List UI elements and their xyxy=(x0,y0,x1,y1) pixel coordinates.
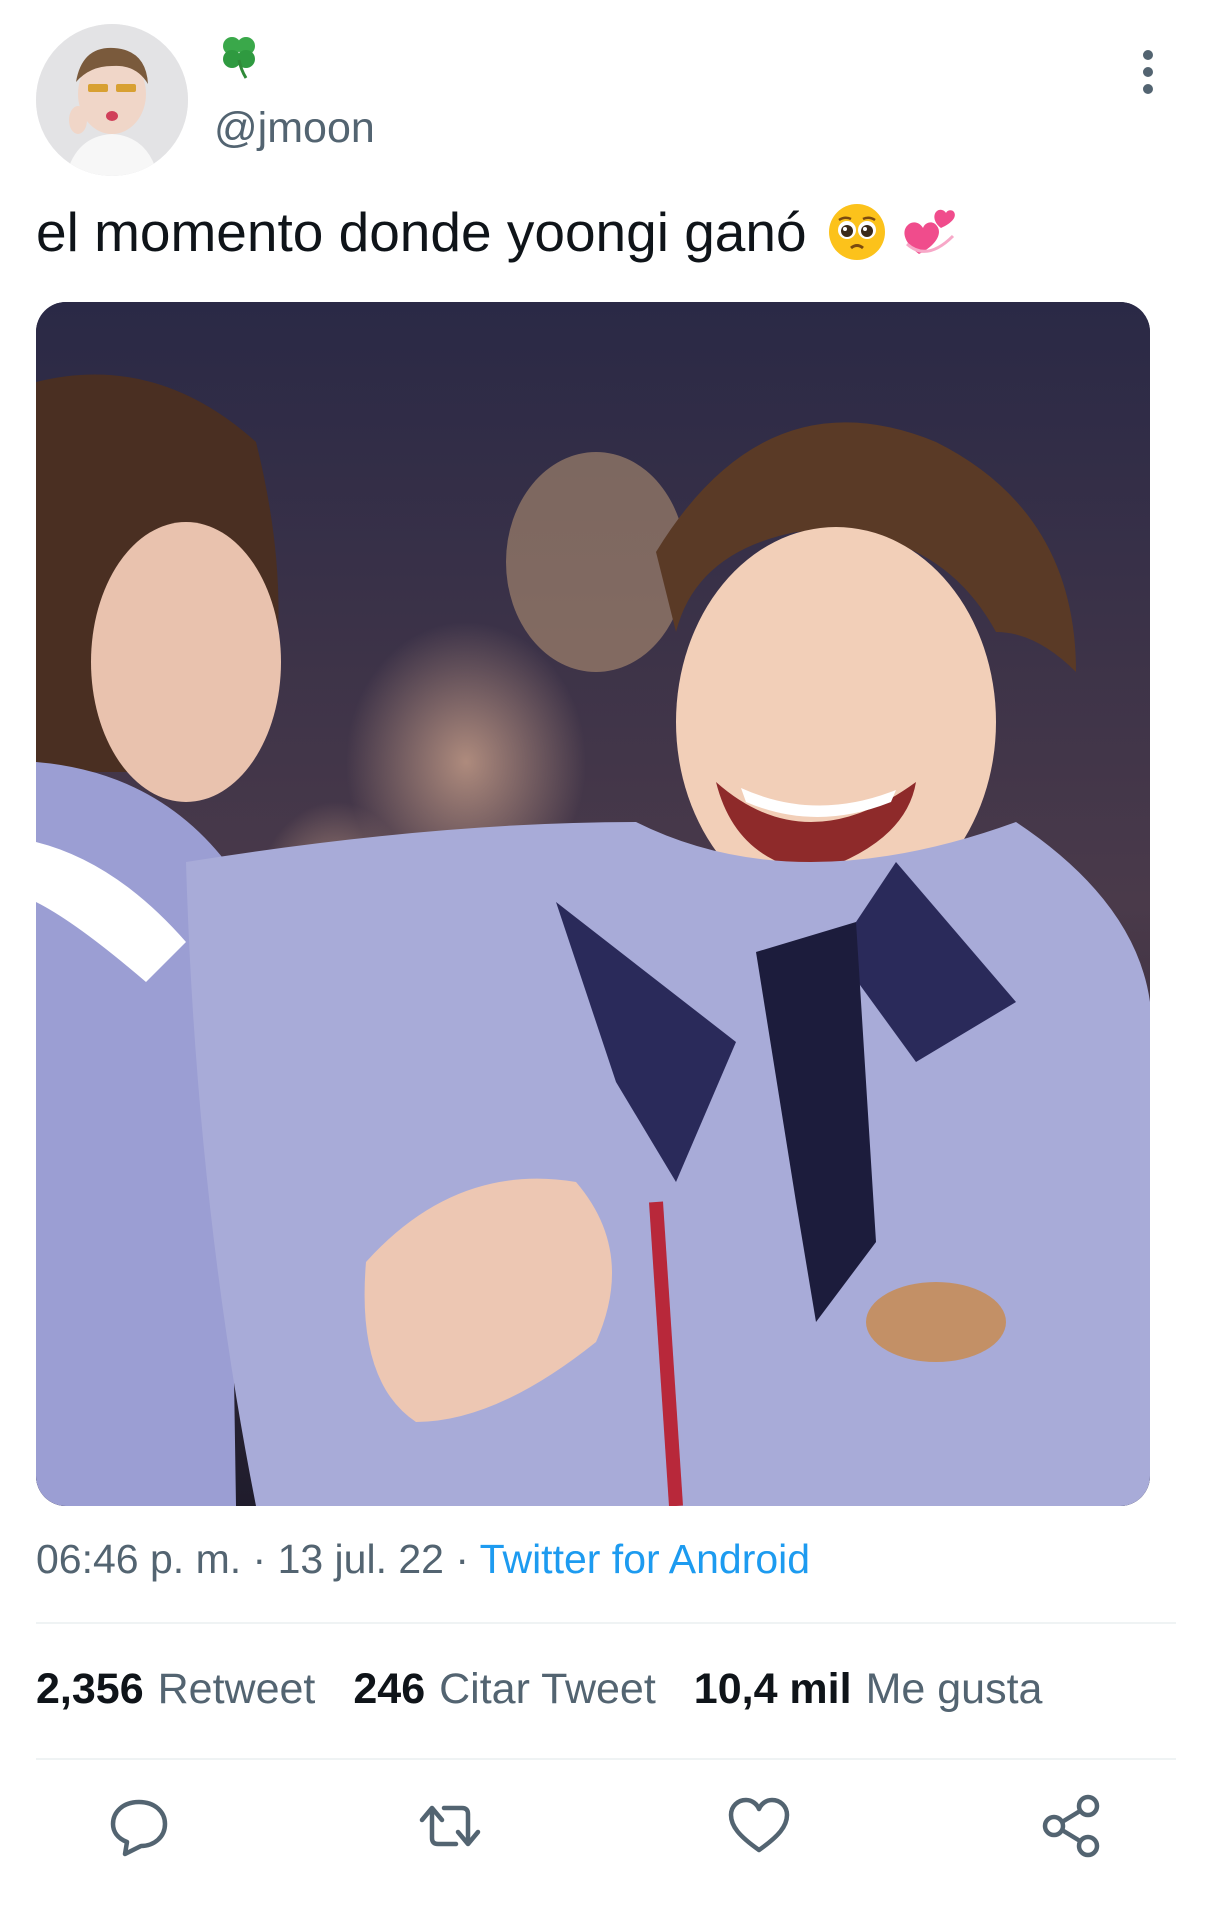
tweet-text-content: el momento donde yoongi ganó xyxy=(36,201,807,263)
pleading-face-icon xyxy=(828,204,885,260)
reply-button[interactable] xyxy=(103,1790,175,1862)
tweet-text: el momento donde yoongi ganó xyxy=(36,200,961,264)
tweet-source-link[interactable]: Twitter for Android xyxy=(480,1536,810,1582)
stat-number: 246 xyxy=(353,1665,426,1713)
meta-separator: · xyxy=(443,1536,480,1582)
tweet-meta: 06:46 p. m. · 13 jul. 22 · Twitter for A… xyxy=(36,1536,810,1583)
tweet-time[interactable]: 06:46 p. m. xyxy=(36,1536,241,1582)
meta-separator: · xyxy=(241,1536,278,1582)
user-handle[interactable]: @jmoon xyxy=(214,104,375,153)
tweet-header: @jmoon xyxy=(0,0,1211,190)
stat-label: Citar Tweet xyxy=(439,1665,656,1713)
quote-count[interactable]: 246 Citar Tweet xyxy=(353,1665,655,1714)
more-button[interactable] xyxy=(1130,46,1166,100)
retweet-icon xyxy=(419,1805,481,1847)
stat-number: 2,356 xyxy=(36,1665,144,1713)
share-icon xyxy=(1042,1794,1100,1858)
more-vertical-icon xyxy=(1130,50,1166,94)
four-leaf-clover-icon xyxy=(223,37,255,79)
reply-icon xyxy=(110,1799,168,1857)
share-button[interactable] xyxy=(1036,1790,1108,1862)
tweet-date[interactable]: 13 jul. 22 xyxy=(278,1536,444,1582)
divider xyxy=(36,1622,1176,1624)
avatar[interactable] xyxy=(36,24,188,176)
like-count[interactable]: 10,4 mil Me gusta xyxy=(694,1665,1043,1714)
stat-label: Retweet xyxy=(157,1665,316,1713)
display-name[interactable] xyxy=(214,30,264,80)
retweet-count[interactable]: 2,356 Retweet xyxy=(36,1665,315,1714)
tweet-actions xyxy=(0,1790,1211,1870)
revolving-hearts-icon xyxy=(904,209,955,254)
like-button[interactable] xyxy=(723,1790,795,1862)
retweet-button[interactable] xyxy=(414,1790,486,1862)
like-icon xyxy=(728,1797,790,1853)
tweet-stats: 2,356 Retweet 246 Citar Tweet 10,4 mil Me g… xyxy=(36,1665,1080,1714)
stat-number: 10,4 mil xyxy=(693,1665,852,1713)
divider xyxy=(36,1758,1176,1760)
tweet-photo[interactable] xyxy=(36,302,1150,1506)
stat-label: Me gusta xyxy=(865,1665,1043,1713)
